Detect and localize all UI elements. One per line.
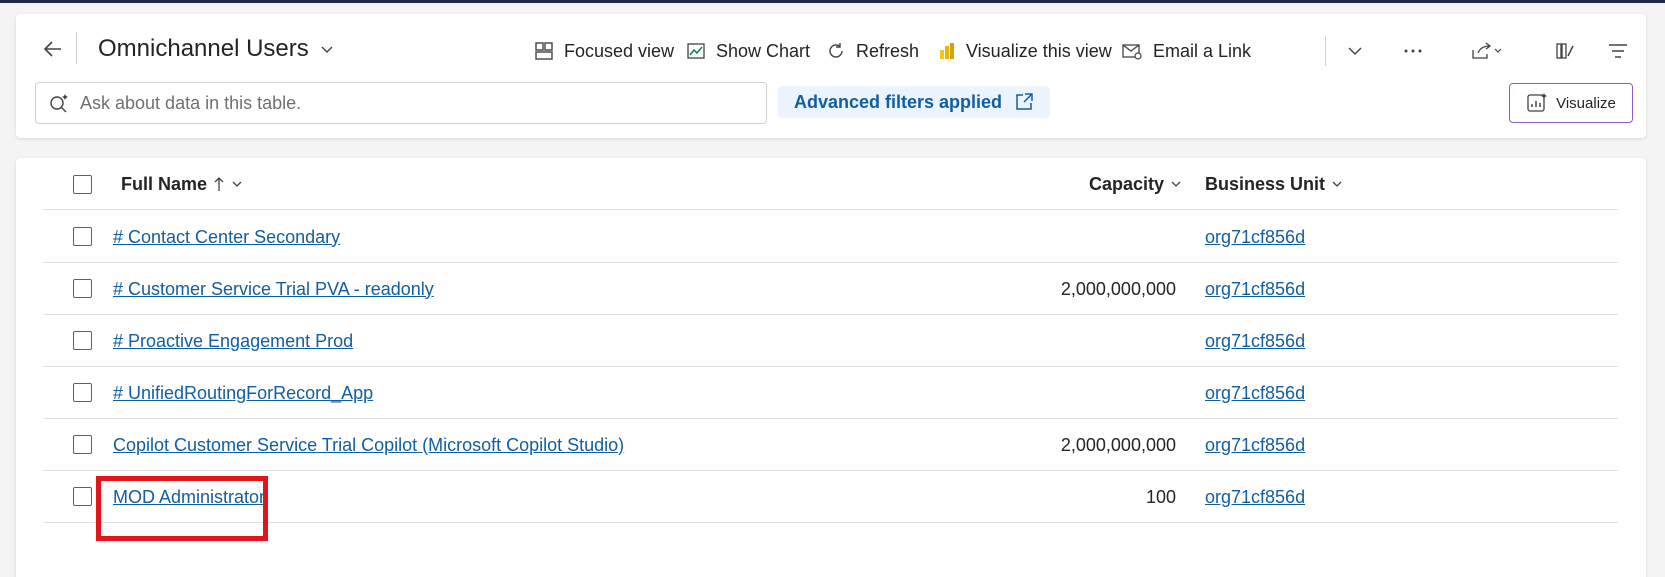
chevron-down-icon [1332, 181, 1342, 187]
row-checkbox[interactable] [73, 487, 92, 506]
table-row[interactable]: # Customer Service Trial PVA - readonly … [43, 263, 1618, 315]
full-name-link[interactable]: Copilot Customer Service Trial Copilot (… [113, 419, 624, 471]
chevron-down-icon [232, 181, 242, 187]
focused-view-label: Focused view [564, 40, 675, 61]
visualize-button[interactable]: Visualize [1509, 83, 1633, 123]
show-chart-label: Show Chart [716, 40, 811, 61]
table-row[interactable]: # Proactive Engagement Prod org71cf856d [43, 315, 1618, 367]
refresh-icon [829, 43, 843, 58]
chevron-down-icon [1171, 181, 1181, 187]
full-name-link[interactable]: # UnifiedRoutingForRecord_App [113, 367, 373, 419]
edit-filters-button[interactable] [1608, 36, 1628, 66]
column-label: Full Name [121, 173, 208, 194]
table-row[interactable]: # UnifiedRoutingForRecord_App org71cf856… [43, 367, 1618, 419]
business-unit-link[interactable]: org71cf856d [1205, 471, 1305, 523]
more-commands-dropdown[interactable] [1346, 36, 1364, 66]
email-link-icon [1122, 44, 1142, 60]
show-chart-button[interactable]: Show Chart [686, 36, 810, 66]
business-unit-link[interactable]: org71cf856d [1205, 367, 1305, 419]
business-unit-link[interactable]: org71cf856d [1205, 315, 1305, 367]
edit-columns-button[interactable] [1555, 36, 1575, 66]
email-link-button[interactable]: Email a Link [1121, 36, 1251, 66]
advanced-filters-badge[interactable]: Advanced filters applied [778, 86, 1051, 118]
full-name-link[interactable]: # Contact Center Secondary [113, 211, 340, 263]
arrow-left-icon [43, 41, 61, 57]
back-button[interactable] [38, 34, 68, 64]
copilot-ask-box [35, 82, 767, 124]
divider [1325, 36, 1326, 66]
visualize-view-label: Visualize this view [966, 40, 1112, 61]
chart-icon [687, 43, 705, 59]
row-checkbox[interactable] [73, 227, 92, 246]
business-unit-link[interactable]: org71cf856d [1205, 211, 1305, 263]
share-button[interactable] [1470, 36, 1504, 66]
ask-input[interactable] [80, 92, 720, 114]
table-row[interactable]: MOD Administrator 100 org71cf856d [43, 471, 1618, 523]
email-link-label: Email a Link [1153, 40, 1252, 61]
select-all-checkbox[interactable] [73, 175, 92, 194]
chevron-down-icon [1348, 47, 1362, 55]
divider [76, 32, 77, 64]
more-horizontal-icon [1404, 49, 1422, 53]
copilot-search-icon [50, 94, 68, 113]
row-checkbox[interactable] [73, 435, 92, 454]
business-unit-link[interactable]: org71cf856d [1205, 263, 1305, 315]
filter-icon [1609, 44, 1627, 58]
full-name-link[interactable]: # Proactive Engagement Prod [113, 315, 353, 367]
column-header-full-name[interactable]: Full Name [121, 158, 243, 210]
highlight-annotation [96, 476, 268, 541]
edit-columns-icon [1556, 43, 1574, 59]
visualize-label: Visualize [1556, 94, 1616, 112]
row-checkbox[interactable] [73, 279, 92, 298]
focused-view-icon [535, 42, 553, 60]
power-bi-icon [940, 43, 954, 59]
page-title: Omnichannel Users [98, 35, 309, 62]
business-unit-link[interactable]: org71cf856d [1205, 419, 1305, 471]
advanced-filters-label: Advanced filters applied [794, 91, 1003, 112]
refresh-button[interactable]: Refresh [826, 36, 919, 66]
row-checkbox[interactable] [73, 331, 92, 350]
view-selector[interactable]: Omnichannel Users [98, 32, 335, 66]
capacity-value: 2,000,000,000 [1060, 434, 1176, 455]
grid-header-row: Full Name Capacity Business Unit [43, 158, 1618, 210]
visualize-sparkle-icon [1527, 93, 1548, 112]
top-accent-bar [0, 0, 1665, 3]
column-label: Capacity [1089, 173, 1165, 194]
table-row[interactable]: Copilot Customer Service Trial Copilot (… [43, 419, 1618, 471]
capacity-value: 2,000,000,000 [1060, 278, 1176, 299]
capacity-value: 100 [1145, 486, 1176, 507]
row-checkbox[interactable] [73, 383, 92, 402]
view-header: Omnichannel Users Focused view Show Char… [16, 14, 1646, 138]
column-label: Business Unit [1205, 173, 1326, 194]
visualize-view-button[interactable]: Visualize this view [936, 36, 1112, 66]
overflow-button[interactable] [1401, 36, 1425, 66]
refresh-label: Refresh [856, 40, 920, 61]
open-external-icon [1016, 93, 1033, 110]
share-icon [1472, 42, 1502, 59]
full-name-link[interactable]: # Customer Service Trial PVA - readonly [113, 263, 434, 315]
column-header-business-unit[interactable]: Business Unit [1205, 158, 1343, 210]
sort-ascending-icon [214, 177, 224, 191]
chevron-down-icon [321, 46, 333, 53]
column-header-capacity[interactable]: Capacity [1089, 158, 1182, 210]
focused-view-button[interactable]: Focused view [534, 36, 674, 66]
table-row[interactable]: # Contact Center Secondary org71cf856d [43, 211, 1618, 263]
